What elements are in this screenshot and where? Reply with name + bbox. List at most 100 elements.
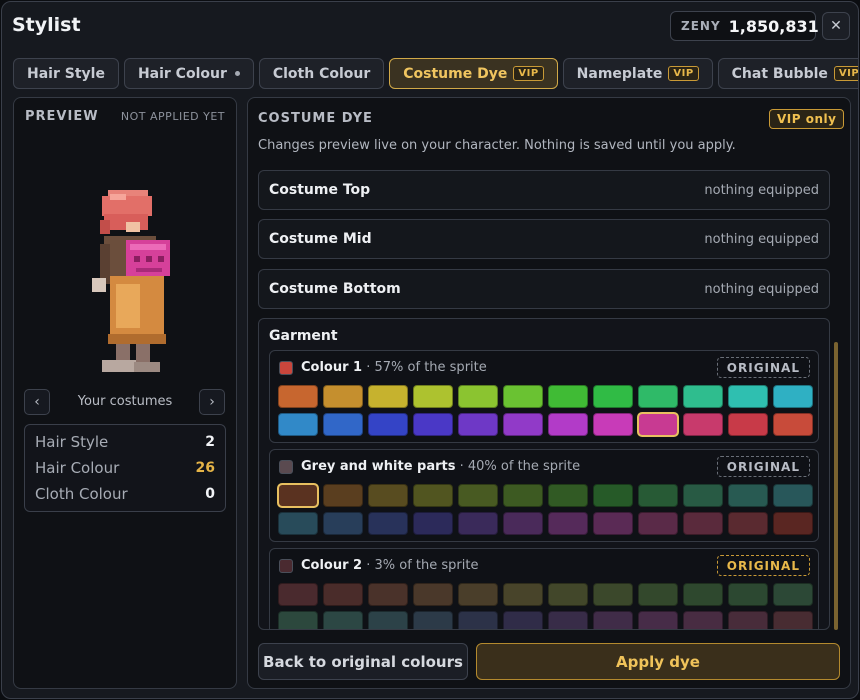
colour-swatch[interactable] xyxy=(773,611,813,629)
colour-swatch[interactable] xyxy=(728,413,768,436)
colour-swatch[interactable] xyxy=(278,413,318,436)
colour-swatch[interactable] xyxy=(683,583,723,606)
colour-swatch[interactable] xyxy=(278,385,318,408)
colour-swatch[interactable] xyxy=(458,512,498,535)
colour-swatch[interactable] xyxy=(593,385,633,408)
colour-swatch[interactable] xyxy=(368,583,408,606)
colour-swatch[interactable] xyxy=(323,512,363,535)
colour-swatch[interactable] xyxy=(637,412,679,437)
colour-swatch[interactable] xyxy=(548,583,588,606)
unsaved-dot-icon xyxy=(234,71,240,76)
part-header: Colour 1 · 57% of the sprite xyxy=(279,360,487,375)
colour-swatch[interactable] xyxy=(323,583,363,606)
slot-costume-bottom[interactable]: Costume Bottom nothing equipped xyxy=(258,269,830,309)
colour-swatch[interactable] xyxy=(413,385,453,408)
colour-swatch[interactable] xyxy=(548,611,588,629)
colour-swatch[interactable] xyxy=(323,611,363,629)
colour-swatch[interactable] xyxy=(548,413,588,436)
colour-swatch[interactable] xyxy=(683,413,723,436)
colour-swatch[interactable] xyxy=(503,512,543,535)
colour-swatch[interactable] xyxy=(503,583,543,606)
colour-swatch[interactable] xyxy=(368,484,408,507)
part-label: Colour 2 · 3% of the sprite xyxy=(301,558,478,573)
colour-swatch[interactable] xyxy=(638,611,678,629)
colour-swatch[interactable] xyxy=(323,385,363,408)
colour-swatch[interactable] xyxy=(773,484,813,507)
close-button[interactable]: ✕ xyxy=(822,12,850,40)
colour-swatch[interactable] xyxy=(728,583,768,606)
part-percentage: · 57% of the sprite xyxy=(362,360,487,375)
colour-swatch[interactable] xyxy=(413,611,453,629)
slot-costume-top[interactable]: Costume Top nothing equipped xyxy=(258,170,830,210)
colour-swatch[interactable] xyxy=(368,413,408,436)
apply-dye-button[interactable]: Apply dye xyxy=(476,643,840,680)
tab-costume-dye[interactable]: Costume Dye VIP xyxy=(389,58,558,89)
colour-swatch[interactable] xyxy=(683,484,723,507)
tab-chat-bubble[interactable]: Chat Bubble VIP xyxy=(717,58,858,89)
colour-swatch[interactable] xyxy=(548,512,588,535)
tab-label: Hair Style xyxy=(27,65,105,82)
colour-swatch[interactable] xyxy=(548,484,588,507)
colour-swatch[interactable] xyxy=(368,512,408,535)
colour-swatch[interactable] xyxy=(368,385,408,408)
colour-swatch[interactable] xyxy=(773,583,813,606)
original-colour-button[interactable]: ORIGINAL xyxy=(716,456,810,477)
colour-swatch[interactable] xyxy=(458,385,498,408)
slot-costume-mid[interactable]: Costume Mid nothing equipped xyxy=(258,219,830,259)
colour-swatch[interactable] xyxy=(503,484,543,507)
colour-swatch[interactable] xyxy=(638,484,678,507)
colour-swatch[interactable] xyxy=(728,611,768,629)
tab-hair-style[interactable]: Hair Style xyxy=(13,58,119,89)
colour-swatch[interactable] xyxy=(593,413,633,436)
colour-swatch[interactable] xyxy=(368,611,408,629)
colour-swatch[interactable] xyxy=(683,385,723,408)
preview-panel: PREVIEW NOT APPLIED YET ‹ Your costumes … xyxy=(13,97,237,689)
colour-swatch[interactable] xyxy=(413,583,453,606)
colour-swatch[interactable] xyxy=(728,385,768,408)
colour-swatch[interactable] xyxy=(683,611,723,629)
tab-cloth-colour[interactable]: Cloth Colour xyxy=(258,58,385,89)
colour-swatch[interactable] xyxy=(503,385,543,408)
colour-swatch[interactable] xyxy=(458,583,498,606)
original-colour-button[interactable]: ORIGINAL xyxy=(716,357,810,378)
colour-swatch[interactable] xyxy=(773,385,813,408)
colour-swatch[interactable] xyxy=(638,512,678,535)
back-to-original-button[interactable]: Back to original colours xyxy=(258,643,468,680)
colour-swatch[interactable] xyxy=(593,583,633,606)
colour-swatch[interactable] xyxy=(458,611,498,629)
colour-swatch[interactable] xyxy=(323,484,363,507)
colour-swatch[interactable] xyxy=(413,512,453,535)
tab-bar: Hair Style Hair Colour Cloth Colour Costume… xyxy=(13,58,858,90)
colour-swatch[interactable] xyxy=(277,483,319,508)
colour-swatch[interactable] xyxy=(503,413,543,436)
stat-value: 0 xyxy=(205,486,215,502)
colour-swatch[interactable] xyxy=(278,512,318,535)
colour-swatch[interactable] xyxy=(638,583,678,606)
colour-swatch[interactable] xyxy=(728,512,768,535)
colour-swatch[interactable] xyxy=(458,413,498,436)
colour-swatch[interactable] xyxy=(503,611,543,629)
colour-swatch[interactable] xyxy=(548,385,588,408)
prev-costume-button[interactable]: ‹ xyxy=(24,389,50,415)
colour-swatch[interactable] xyxy=(458,484,498,507)
tab-label: Hair Colour xyxy=(137,65,227,82)
original-colour-button[interactable]: ORIGINAL xyxy=(716,555,810,576)
colour-swatch[interactable] xyxy=(683,512,723,535)
colour-swatch[interactable] xyxy=(278,583,318,606)
colour-swatch[interactable] xyxy=(773,512,813,535)
tab-nameplate[interactable]: Nameplate VIP xyxy=(562,58,713,89)
next-costume-button[interactable]: › xyxy=(199,389,225,415)
colour-swatch[interactable] xyxy=(413,413,453,436)
colour-swatch[interactable] xyxy=(413,484,453,507)
colour-swatch[interactable] xyxy=(593,512,633,535)
colour-swatch[interactable] xyxy=(638,385,678,408)
colour-swatch[interactable] xyxy=(728,484,768,507)
part-label: Grey and white parts · 40% of the sprite xyxy=(301,459,580,474)
colour-swatch[interactable] xyxy=(593,611,633,629)
colour-swatch[interactable] xyxy=(593,484,633,507)
colour-swatch[interactable] xyxy=(323,413,363,436)
colour-swatch[interactable] xyxy=(278,611,318,629)
colour-swatch[interactable] xyxy=(773,413,813,436)
scrollbar-thumb[interactable] xyxy=(834,342,838,630)
tab-hair-colour[interactable]: Hair Colour xyxy=(123,58,254,89)
